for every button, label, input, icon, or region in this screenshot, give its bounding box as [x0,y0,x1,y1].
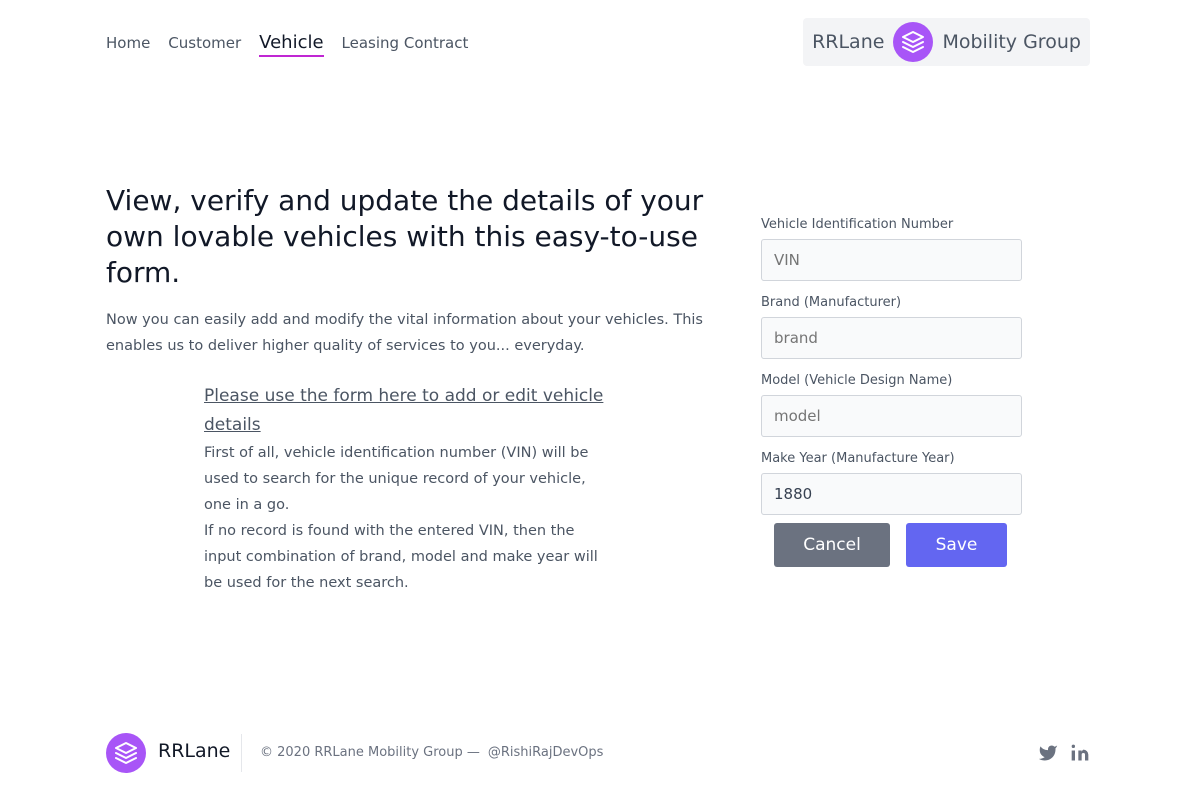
footer-divider [241,734,242,772]
cancel-button[interactable]: Cancel [774,523,890,567]
brand-name-left: RRLane [812,31,885,53]
page-lead: Now you can easily add and modify the vi… [106,312,703,354]
nav-vehicle[interactable]: Vehicle [259,32,324,57]
layers-icon [893,22,934,62]
form-instructions: Please use the form here to add or edit … [204,382,604,596]
main-nav: Home Customer Vehicle Leasing Contract [106,32,486,57]
vin-input[interactable] [761,239,1022,281]
brand-label: Brand (Manufacturer) [761,295,902,310]
page-heading: View, verify and update the details of y… [106,184,704,289]
instructions-paragraph-1: First of all, vehicle identification num… [204,445,589,513]
brand-name-right: Mobility Group [942,31,1081,53]
model-label: Model (Vehicle Design Name) [761,373,953,388]
footer-handle-link[interactable]: @RishiRajDevOps [488,745,604,760]
instructions-paragraph-2: If no record is found with the entered V… [204,523,598,591]
vin-label: Vehicle Identification Number [761,217,954,232]
footer-copyright: © 2020 RRLane Mobility Group — @RishiRajD… [260,745,603,760]
model-input[interactable] [761,395,1022,437]
copyright-text: © 2020 RRLane Mobility Group — [260,745,480,760]
make-year-label: Make Year (Manufacture Year) [761,451,955,466]
form-help-link[interactable]: Please use the form here to add or edit … [204,382,604,440]
linkedin-icon[interactable] [1070,743,1090,763]
nav-leasing-contract[interactable]: Leasing Contract [342,34,469,52]
brand-logo-box[interactable]: RRLane Mobility Group [803,18,1090,66]
brand-input[interactable] [761,317,1022,359]
twitter-icon[interactable] [1038,743,1058,763]
footer-brand-name: RRLane [158,740,231,762]
nav-customer[interactable]: Customer [168,34,241,52]
save-button[interactable]: Save [906,523,1007,567]
make-year-input[interactable] [761,473,1022,515]
footer-layers-icon[interactable] [106,733,146,773]
nav-home[interactable]: Home [106,34,150,52]
